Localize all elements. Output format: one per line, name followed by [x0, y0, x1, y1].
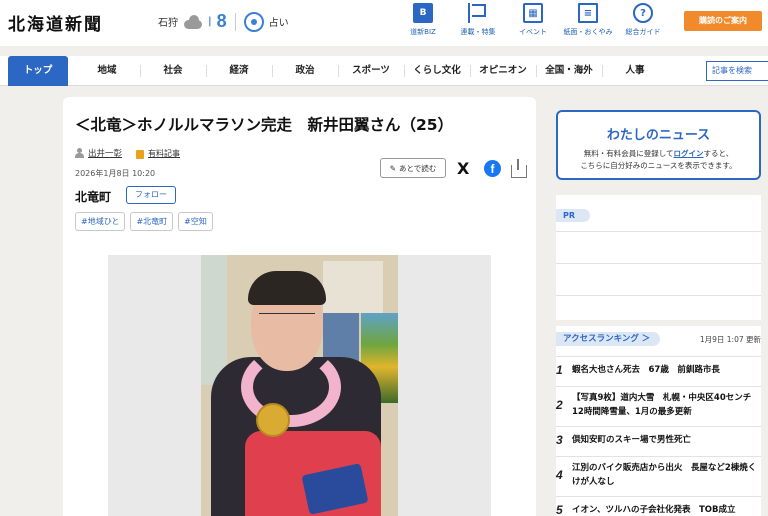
access-ranking: アクセスランキング ＞ 1月9日 1:07 更新 1 蝦名大也さん死去 67歳 …: [556, 326, 765, 516]
tab-lifestyle[interactable]: くらし文化: [404, 56, 470, 86]
tab-politics[interactable]: 政治: [272, 56, 338, 86]
weather-city: 石狩: [158, 18, 178, 29]
share-icon[interactable]: [511, 159, 527, 178]
site-header: 北海道新聞 石狩 | 8 占い B 道新BIZ 連載・特集 ▦ イベント ≡ 紙…: [0, 0, 768, 46]
rank-headline: イオン、ツルハの子会社化発表 TOB成立: [572, 504, 736, 515]
person-hair: [248, 271, 326, 305]
biz-icon: B: [413, 3, 433, 23]
flag-icon: [468, 3, 488, 23]
divider: [556, 295, 761, 296]
my-news-title: わたしのニュース: [606, 128, 711, 143]
my-news-text-3: こちらに自分好みのニュースを表示できます。: [580, 161, 737, 170]
rank-number: 3: [556, 432, 563, 447]
my-news-text-1: 無料・有料会員に登録して: [583, 149, 674, 158]
fortune-icon[interactable]: [243, 11, 264, 32]
ranking-title[interactable]: アクセスランキング ＞: [556, 332, 661, 346]
nav-guide[interactable]: ? 総合ガイド: [615, 3, 671, 37]
rank-headline: 【写真9枚】道内大雪 札幌・中央区40センチ 12時間降雪量、1月の最多更新: [572, 392, 760, 417]
x-share-icon[interactable]: X: [457, 159, 469, 178]
wall-map: [201, 255, 227, 385]
article-photo[interactable]: [108, 255, 491, 516]
weather-widget[interactable]: 石狩 | 8 占い: [158, 11, 289, 32]
my-news-text-2: すると、: [703, 149, 734, 158]
rank-headline: 蝦名大也さん死去 67歳 前釧路市長: [572, 364, 720, 375]
paid-article-label[interactable]: 有料記事: [148, 148, 180, 159]
nav-paper[interactable]: ≡ 紙面・おくやみ: [560, 3, 616, 37]
ranking-updated: 1月9日 1:07 更新: [699, 335, 761, 344]
tab-sports[interactable]: スポーツ: [338, 56, 404, 86]
nav-label: 連載・特集: [460, 28, 496, 36]
lock-icon: [136, 149, 145, 159]
weather-divider: |: [208, 16, 212, 27]
bookmark-icon: ✎: [389, 163, 396, 173]
article-meta: 出井一彰 有料記事: [75, 147, 180, 159]
fortune-link[interactable]: 占い: [269, 14, 289, 29]
nav-series[interactable]: 連載・特集: [450, 3, 506, 37]
nav-doshin-biz[interactable]: B 道新BIZ: [395, 3, 451, 37]
nav-label: 道新BIZ: [410, 28, 436, 36]
my-news-text: 無料・有料会員に登録してログインすると、 こちらに自分好みのニュースを表示できま…: [558, 148, 759, 172]
photo-scene: [201, 255, 398, 516]
rank-number: 4: [556, 467, 563, 482]
ranking-item[interactable]: 2 【写真9枚】道内大雪 札幌・中央区40センチ 12時間降雪量、1月の最多更新: [556, 386, 761, 422]
nav-events[interactable]: ▦ イベント: [505, 3, 561, 37]
nav-label: 紙面・おくやみ: [563, 28, 613, 36]
notice-board: [323, 261, 383, 313]
article-title: ＜北竜＞ホノルルマラソン完走 新井田翼さん（25）: [75, 116, 454, 134]
category-nav: トップ 地域 社会 経済 政治 スポーツ くらし文化 オピニオン 全国・海外 人…: [0, 56, 768, 86]
rank-number: 2: [556, 397, 563, 412]
follow-button[interactable]: フォロー: [126, 186, 176, 204]
ranking-header: アクセスランキング ＞ 1月9日 1:07 更新: [556, 332, 761, 348]
site-logo[interactable]: 北海道新聞: [8, 10, 103, 35]
tab-personnel[interactable]: 人事: [602, 56, 668, 86]
rank-headline: 江別のバイク販売店から出火 長屋など2棟焼く けが人なし: [572, 462, 765, 487]
finisher-medal: [256, 403, 290, 437]
subscribe-button[interactable]: 購読のご案内: [684, 11, 762, 31]
pr-badge: PR: [556, 209, 590, 222]
tab-region[interactable]: 地域: [74, 56, 140, 86]
rank-headline: 倶知安町のスキー場で男性死亡: [572, 434, 692, 445]
cloud-icon: [183, 14, 203, 29]
tag-link[interactable]: #北竜町: [130, 212, 174, 231]
tab-national-world[interactable]: 全国・海外: [536, 56, 602, 86]
my-news-box: わたしのニュース 無料・有料会員に登録してログインすると、 こちらに自分好みのニ…: [556, 110, 761, 180]
divider: [556, 231, 761, 232]
glasses: [259, 313, 315, 325]
read-later-label: あとで読む: [399, 163, 437, 173]
tag-list: #地域ひと #北竜町 #空知: [75, 212, 213, 231]
article-search-input[interactable]: 記事を検索: [706, 61, 768, 81]
ranking-item[interactable]: 3 倶知安町のスキー場で男性死亡: [556, 426, 761, 452]
tag-link[interactable]: #地域ひと: [75, 212, 126, 231]
facebook-share-icon[interactable]: f: [484, 160, 501, 177]
rank-number: 1: [556, 362, 563, 377]
newspaper-icon: ≡: [578, 3, 598, 23]
help-icon: ?: [633, 3, 653, 23]
ranking-item[interactable]: 1 蝦名大也さん死去 67歳 前釧路市長: [556, 356, 761, 382]
calendar-icon: ▦: [523, 3, 543, 23]
divider: [556, 263, 761, 264]
ranking-item[interactable]: 5 イオン、ツルハの子会社化発表 TOB成立: [556, 496, 761, 516]
pr-section: PR: [556, 195, 761, 320]
tab-top[interactable]: トップ: [8, 56, 68, 86]
author-link[interactable]: 出井一彰: [88, 147, 122, 159]
login-link[interactable]: ログイン: [674, 149, 704, 158]
ranking-item[interactable]: 4 江別のバイク販売店から出火 長屋など2棟焼く けが人なし: [556, 456, 765, 492]
person-icon: [75, 148, 84, 158]
nav-label: イベント: [519, 28, 547, 36]
divider: [234, 12, 236, 31]
place-name: 北竜町: [75, 190, 112, 204]
publish-date: 2026年1月8日 10:20: [75, 169, 156, 178]
weather-temperature: 8: [216, 11, 227, 31]
tab-opinion[interactable]: オピニオン: [470, 56, 536, 86]
tab-society[interactable]: 社会: [140, 56, 206, 86]
rank-number: 5: [556, 502, 563, 516]
nav-label: 総合ガイド: [625, 28, 661, 36]
tab-economy[interactable]: 経済: [206, 56, 272, 86]
read-later-button[interactable]: ✎ あとで読む: [380, 158, 446, 178]
tag-link[interactable]: #空知: [178, 212, 213, 231]
article-card: ＜北竜＞ホノルルマラソン完走 新井田翼さん（25） 出井一彰 有料記事 2026…: [63, 97, 536, 516]
